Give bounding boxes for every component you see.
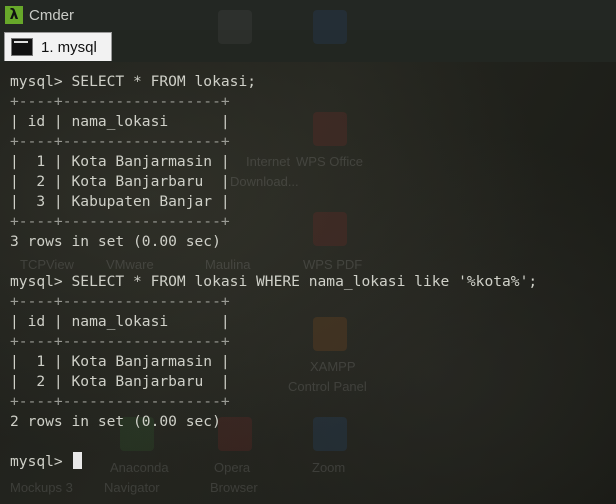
table-row: | 2 | Kota Banjarbaru | xyxy=(10,172,610,192)
line-text: mysql> SELECT * FROM lokasi WHERE nama_l… xyxy=(10,273,538,290)
table-border-line: +----+------------------+ xyxy=(10,392,610,412)
table-row: | 3 | Kabupaten Banjar | xyxy=(10,192,610,212)
table-row: | id | nama_lokasi | xyxy=(10,112,610,132)
table-row: | id | nama_lokasi | xyxy=(10,312,610,332)
table-row: | 2 | Kota Banjarbaru | xyxy=(10,372,610,392)
window-title: Cmder xyxy=(29,6,75,24)
title-bar[interactable]: λ Cmder xyxy=(0,0,616,30)
line-text: +----+------------------+ xyxy=(10,393,230,410)
desktop-ghost-icon xyxy=(313,10,347,44)
desktop-ghost-label: Mockups 3 xyxy=(10,480,73,495)
cmder-lambda-icon: λ xyxy=(5,6,23,24)
text-cursor[interactable] xyxy=(72,452,82,469)
line-text: mysql> SELECT * FROM lokasi; xyxy=(10,73,257,90)
line-text: +----+------------------+ xyxy=(10,293,230,310)
desktop-ghost-icon xyxy=(218,10,252,44)
line-text: mysql> xyxy=(10,453,72,470)
result-summary-line: 3 rows in set (0.00 sec) xyxy=(10,232,610,252)
line-text: | id | nama_lokasi | xyxy=(10,313,230,330)
table-border-line: +----+------------------+ xyxy=(10,212,610,232)
line-text: | 2 | Kota Banjarbaru | xyxy=(10,373,230,390)
terminal-output[interactable]: Internet Download... WPS Office TCPView … xyxy=(0,10,616,504)
line-text: | 3 | Kabupaten Banjar | xyxy=(10,193,230,210)
table-row: | 1 | Kota Banjarmasin | xyxy=(10,352,610,372)
desktop-ghost-label: Browser xyxy=(210,480,258,495)
line-text: +----+------------------+ xyxy=(10,133,230,150)
terminal-icon xyxy=(11,38,33,56)
table-border-line: +----+------------------+ xyxy=(10,292,610,312)
line-text: | 1 | Kota Banjarmasin | xyxy=(10,153,230,170)
line-text: | id | nama_lokasi | xyxy=(10,113,230,130)
tab-bar: 1. mysql xyxy=(0,30,616,62)
tab-label: 1. mysql xyxy=(41,38,97,56)
sql-command-line: mysql> SELECT * FROM lokasi; xyxy=(10,72,610,92)
desktop-ghost-label: Navigator xyxy=(104,480,160,495)
line-text: | 2 | Kota Banjarbaru | xyxy=(10,173,230,190)
line-text: 3 rows in set (0.00 sec) xyxy=(10,233,221,250)
result-summary-line: 2 rows in set (0.00 sec) xyxy=(10,412,610,432)
sql-command-line: mysql> SELECT * FROM lokasi WHERE nama_l… xyxy=(10,272,610,292)
table-border-line: +----+------------------+ xyxy=(10,92,610,112)
table-border-line: +----+------------------+ xyxy=(10,332,610,352)
table-row: | 1 | Kota Banjarmasin | xyxy=(10,152,610,172)
line-text: 2 rows in set (0.00 sec) xyxy=(10,413,221,430)
table-border-line: +----+------------------+ xyxy=(10,132,610,152)
line-text: +----+------------------+ xyxy=(10,93,230,110)
terminal-lines: mysql> SELECT * FROM lokasi; +----+------… xyxy=(10,72,610,472)
mysql-prompt-line: mysql> xyxy=(10,452,610,472)
tab-mysql[interactable]: 1. mysql xyxy=(4,32,112,61)
line-text: +----+------------------+ xyxy=(10,333,230,350)
line-text: +----+------------------+ xyxy=(10,213,230,230)
line-text: | 1 | Kota Banjarmasin | xyxy=(10,353,230,370)
